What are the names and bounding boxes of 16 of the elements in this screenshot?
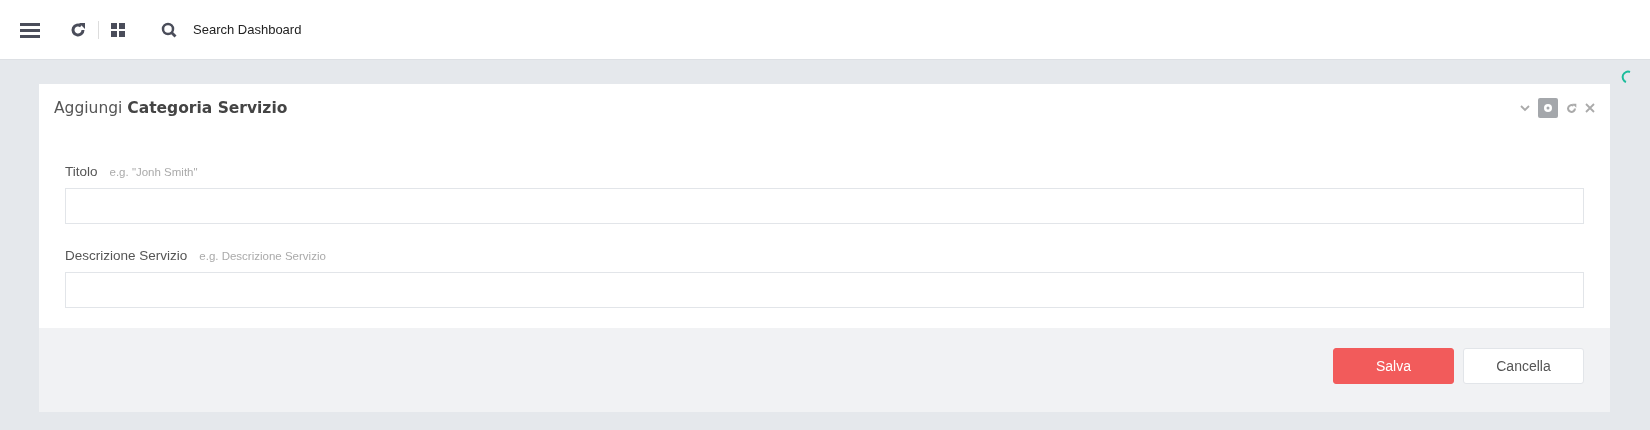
field-label: Descrizione Servizio: [65, 248, 188, 263]
refresh-icon[interactable]: [70, 21, 86, 38]
field-hint: e.g. "Jonh Smith": [109, 166, 198, 178]
grid-icon[interactable]: [111, 22, 125, 37]
cancel-button[interactable]: Cancella: [1463, 348, 1584, 384]
menu-icon[interactable]: [20, 21, 40, 38]
field-label: Titolo: [65, 164, 98, 179]
close-icon[interactable]: [1585, 103, 1595, 113]
input-field[interactable]: [65, 272, 1584, 308]
search-icon[interactable]: [161, 21, 177, 38]
panel-title: Aggiungi Categoria Servizio: [54, 99, 288, 117]
settings-button[interactable]: [1538, 98, 1558, 118]
spinner-icon: [1621, 70, 1633, 84]
input-field[interactable]: [65, 188, 1584, 224]
field-hint: e.g. Descrizione Servizio: [199, 250, 326, 262]
chevron-down-icon[interactable]: [1520, 104, 1530, 112]
